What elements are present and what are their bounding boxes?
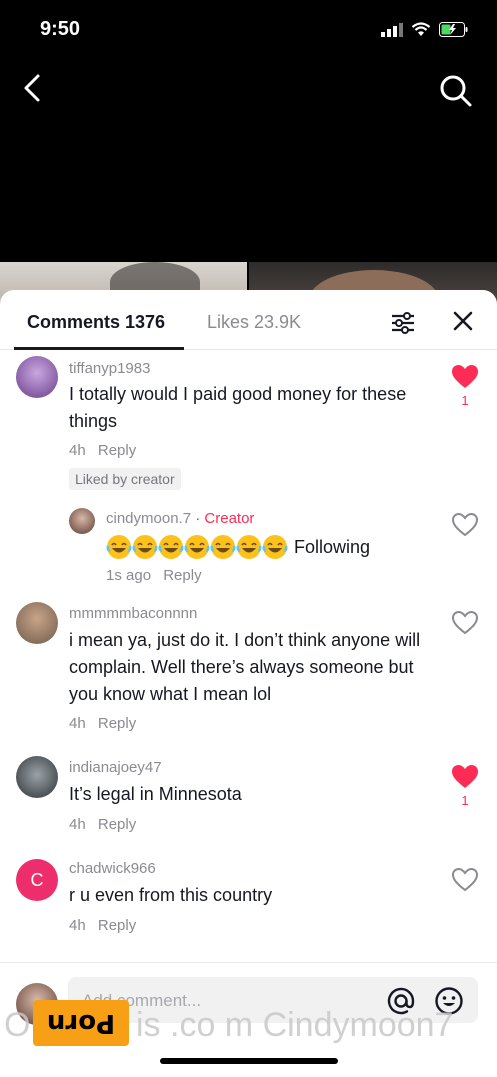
comment-meta: 4h Reply — [69, 917, 136, 934]
filter-sliders-icon[interactable] — [390, 310, 416, 336]
creator-tag: · Creator — [195, 510, 255, 527]
heart-outline-icon[interactable] — [451, 610, 479, 636]
comment-text: It’s legal in Minnesota — [69, 784, 242, 804]
comment-time: 4h — [69, 715, 86, 732]
tab-likes[interactable]: Likes 23.9K — [207, 312, 301, 333]
laughing-emoji-icon — [210, 535, 236, 559]
watermark-logo: Porn — [33, 1000, 129, 1046]
home-indicator — [160, 1058, 338, 1064]
comment-meta: 4h Reply — [69, 816, 136, 833]
active-tab-indicator — [14, 347, 184, 350]
avatar-letter: C — [30, 869, 44, 890]
reply-button[interactable]: Reply — [98, 442, 136, 459]
comment-time: 4h — [69, 917, 86, 934]
comment-time: 4h — [69, 442, 86, 459]
status-time: 9:50 — [40, 18, 81, 40]
comment-time: 4h — [69, 816, 86, 833]
emoji-row: Following — [106, 534, 370, 560]
battery-charging-icon — [439, 22, 468, 37]
watermark-text: O — [4, 1006, 31, 1044]
heart-outline-icon[interactable] — [451, 867, 479, 893]
comment-text: Following — [294, 536, 371, 557]
avatar[interactable]: C — [16, 859, 58, 901]
laughing-emoji-icon — [132, 535, 158, 559]
comment-username[interactable]: indianajoey47 — [69, 759, 162, 776]
reply-button[interactable]: Reply — [98, 917, 136, 934]
reply-button[interactable]: Reply — [98, 816, 136, 833]
comment-meta: 4h Reply — [69, 442, 136, 459]
top-nav — [0, 60, 497, 120]
like-count: 1 — [461, 393, 469, 408]
avatar[interactable] — [16, 756, 58, 798]
laughing-emoji-icon — [106, 535, 132, 559]
heart-filled-icon[interactable] — [451, 764, 479, 790]
avatar[interactable] — [69, 508, 95, 534]
cellular-signal-icon — [381, 22, 403, 37]
comment-text: r u even from this country — [69, 885, 273, 905]
reply-button[interactable]: Reply — [163, 567, 201, 584]
like-count: 1 — [461, 793, 469, 808]
comment-text: i mean ya, just do it. I don’t think any… — [69, 630, 421, 704]
wifi-icon — [411, 22, 431, 36]
comment-text: I totally would I paid good money for th… — [69, 384, 407, 431]
creator-username[interactable]: cindymoon.7 — [106, 510, 191, 527]
comment-username[interactable]: cindymoon.7 · Creator — [106, 510, 254, 527]
avatar[interactable] — [16, 602, 58, 644]
comment-username[interactable]: chadwick966 — [69, 860, 156, 877]
tab-comments[interactable]: Comments 1376 — [27, 312, 165, 333]
comments-sheet: Comments 1376 Likes 23.9K tiffanyp1983 I… — [0, 290, 497, 1077]
laughing-emoji-icon — [184, 535, 210, 559]
watermark-text: is .co m Cindymoon7 — [136, 1006, 454, 1044]
close-icon[interactable] — [452, 310, 474, 332]
avatar[interactable] — [16, 356, 58, 398]
heart-filled-icon[interactable] — [451, 364, 479, 390]
status-icons — [381, 22, 469, 37]
heart-outline-icon[interactable] — [451, 512, 479, 538]
laughing-emoji-icon — [236, 535, 262, 559]
laughing-emoji-icon — [262, 535, 288, 559]
liked-by-creator-badge: Liked by creator — [69, 468, 181, 490]
status-bar: 9:50 — [0, 0, 497, 60]
comment-time: 1s ago — [106, 567, 152, 584]
comment-meta: 1s ago Reply — [106, 567, 202, 584]
back-arrow-icon[interactable] — [18, 72, 50, 104]
reply-button[interactable]: Reply — [98, 715, 136, 732]
comment-meta: 4h Reply — [69, 715, 136, 732]
comment-username[interactable]: mmmmmbaconnnn — [69, 605, 197, 622]
comment-username[interactable]: tiffanyp1983 — [69, 360, 150, 377]
watermark-overlay: O Porn is .co m Cindymoon7 — [0, 1000, 497, 1050]
laughing-emoji-icon — [158, 535, 184, 559]
search-icon[interactable] — [439, 74, 473, 108]
comments-tabs: Comments 1376 Likes 23.9K — [0, 290, 497, 350]
